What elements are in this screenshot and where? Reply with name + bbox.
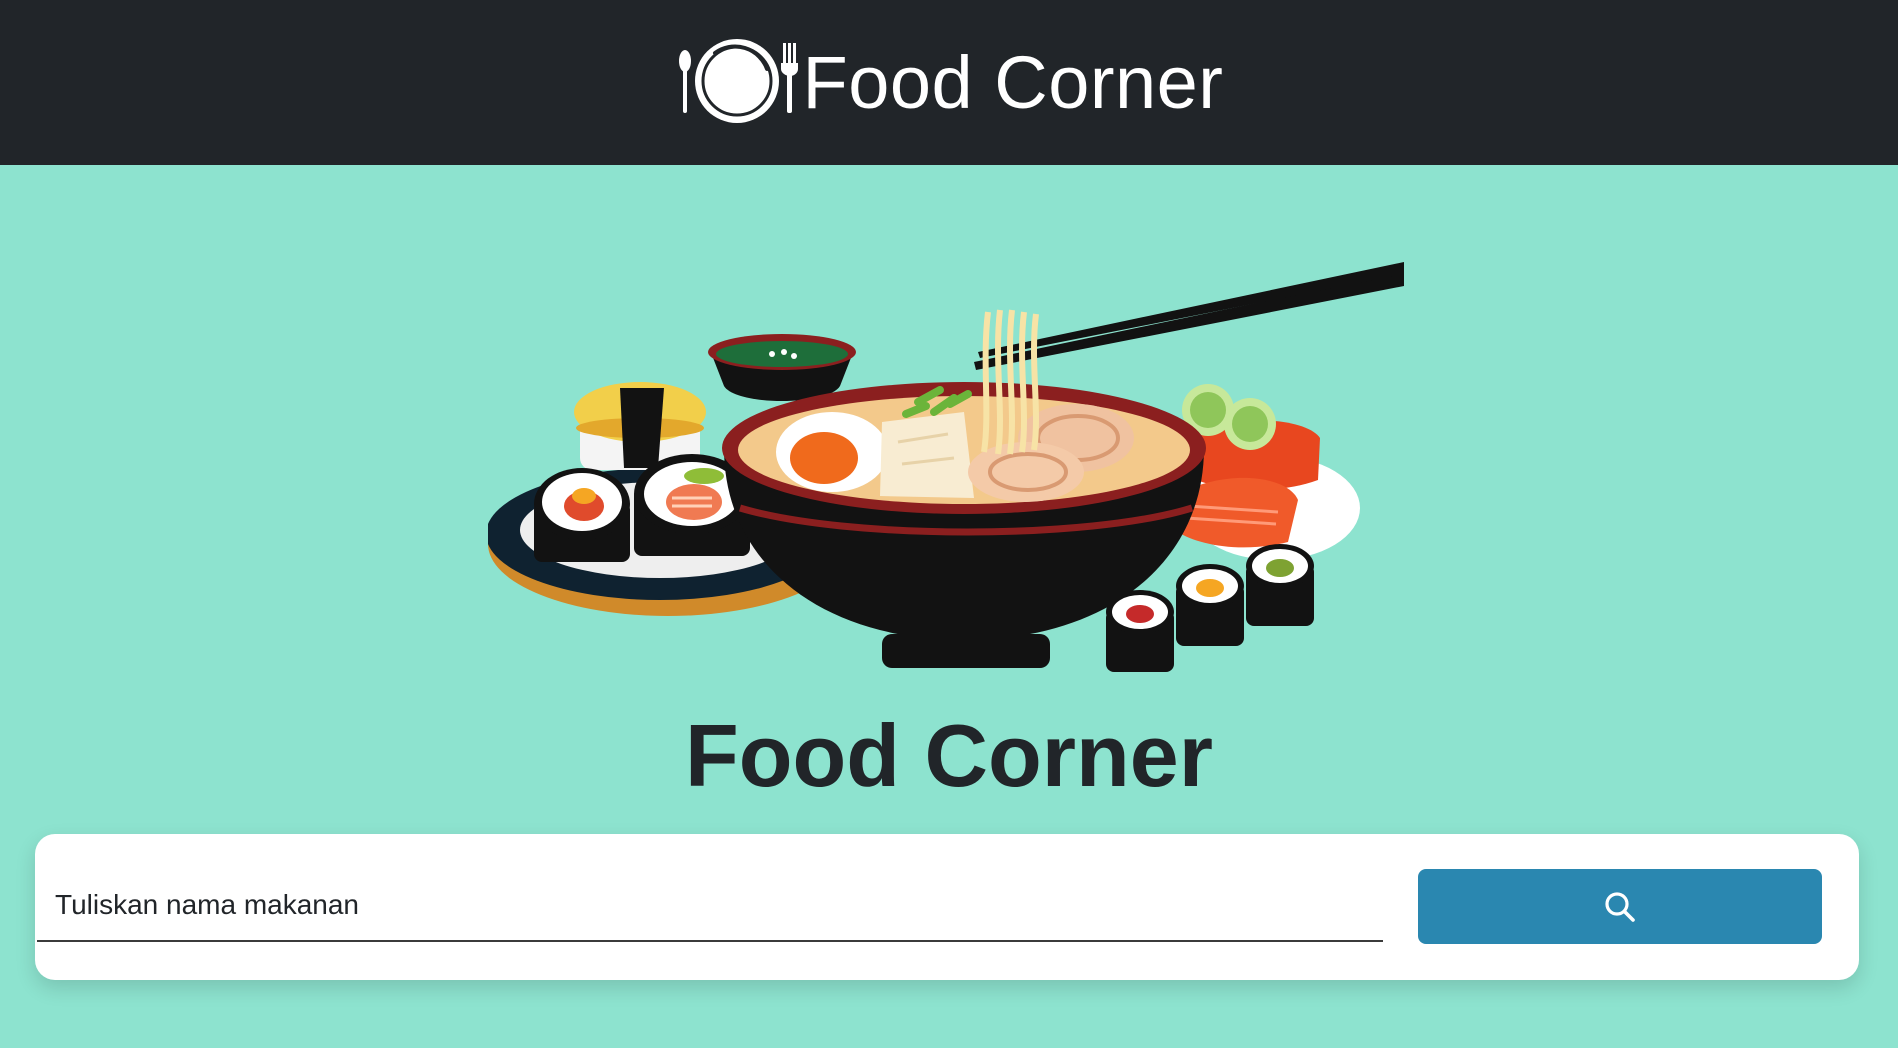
plate-fork-spoon-icon bbox=[675, 33, 799, 133]
search-input[interactable] bbox=[37, 870, 1383, 942]
navbar-brand-text: Food Corner bbox=[802, 40, 1224, 124]
hero-title: Food Corner bbox=[685, 706, 1213, 805]
top-navbar: Food Corner bbox=[0, 0, 1898, 165]
ramen-sushi-illustration bbox=[488, 262, 1404, 690]
search-button[interactable] bbox=[1418, 869, 1822, 944]
navbar-brand[interactable]: Food Corner bbox=[675, 33, 1224, 133]
search-icon bbox=[1602, 889, 1638, 925]
